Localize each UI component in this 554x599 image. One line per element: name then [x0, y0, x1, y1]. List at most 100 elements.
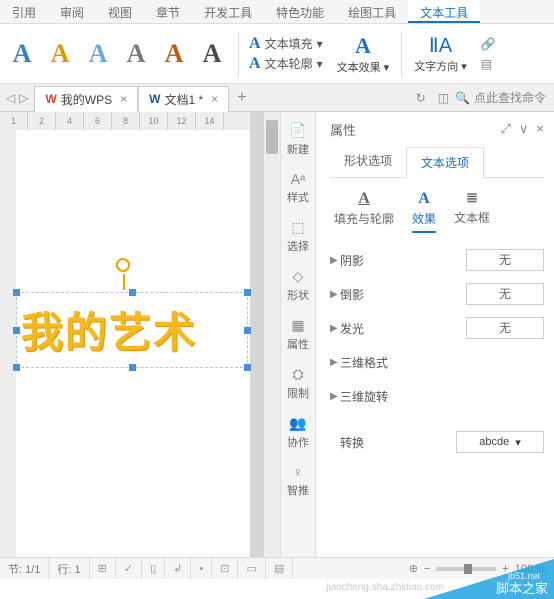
wordart-style-2[interactable]: A — [44, 31, 76, 77]
tab-5[interactable]: 特色功能 — [264, 0, 336, 23]
side-props[interactable]: ▦属性 — [281, 313, 315, 356]
resize-handle[interactable] — [13, 327, 20, 334]
dropdown-icon: ▾ — [515, 436, 521, 449]
expand-icon[interactable]: ▶ — [330, 323, 340, 334]
text-effect-button[interactable]: A 文本效果 ▾ — [329, 33, 398, 75]
wordart-style-4[interactable]: A — [120, 31, 152, 77]
row-transform: 转换 abcde ▾ — [330, 425, 544, 459]
scrollbar-thumb[interactable] — [266, 120, 278, 154]
resize-handle[interactable] — [244, 327, 251, 334]
side-shape[interactable]: ◇形状 — [281, 264, 315, 307]
status-icon-8[interactable]: ▤ — [266, 558, 293, 579]
tab-0[interactable]: 引用 — [0, 0, 48, 23]
side-recommend[interactable]: ♀智推 — [281, 460, 315, 502]
tab-4[interactable]: 开发工具 — [192, 0, 264, 23]
status-icon-5[interactable]: • — [191, 558, 212, 579]
skin-icon[interactable]: ◫ — [432, 91, 455, 105]
resize-handle[interactable] — [129, 364, 136, 371]
canvas-margin — [250, 112, 264, 557]
reflection-value-button[interactable]: 无 — [466, 283, 544, 305]
expand-icon[interactable]: ▶ — [330, 357, 340, 368]
wordart-style-5[interactable]: A — [158, 31, 190, 77]
nav-back-icon[interactable]: ◁ — [6, 91, 15, 105]
command-search[interactable]: 🔍 点此查找命令 — [455, 89, 554, 106]
subtab-textbox[interactable]: ≣文本框 — [454, 190, 490, 233]
wordart-style-3[interactable]: A — [82, 31, 114, 77]
subtab-fill-outline[interactable]: A填充与轮廓 — [334, 190, 394, 233]
zoom-slider[interactable] — [436, 567, 496, 571]
wordart-style-6[interactable]: A — [196, 31, 228, 77]
status-icon-1[interactable]: ⊞ — [90, 558, 116, 579]
status-icon-6[interactable]: ⊡ — [212, 558, 238, 579]
side-restrict[interactable]: ⛭限制 — [281, 362, 315, 405]
page-canvas[interactable]: 我的艺术 — [16, 130, 236, 557]
status-icon-3[interactable]: ▯ — [142, 558, 165, 579]
row-3d-rotation[interactable]: ▶ 三维旋转 — [330, 379, 544, 413]
status-icon-4[interactable]: ↲ — [165, 558, 191, 579]
link-icon[interactable]: 🔗 — [481, 37, 496, 51]
subtab-effects[interactable]: A效果 — [412, 190, 436, 233]
tab-6[interactable]: 绘图工具 — [336, 0, 408, 23]
resize-handle[interactable] — [244, 364, 251, 371]
status-icon-2[interactable]: ✓ — [116, 558, 142, 579]
row-glow[interactable]: ▶ 发光 无 — [330, 311, 544, 345]
status-line[interactable]: 行: 1 — [49, 558, 89, 579]
close-icon[interactable]: × — [120, 92, 127, 106]
side-toolbar: 📄新建 Aᵃ样式 ⬚选择 ◇形状 ▦属性 ⛭限制 👥协作 ♀智推 — [280, 112, 316, 557]
transform-select[interactable]: abcde ▾ — [456, 431, 544, 453]
resize-handle[interactable] — [244, 289, 251, 296]
wordart-style-gallery[interactable]: A A A A A A — [0, 31, 234, 77]
zoom-out-icon[interactable]: − — [424, 563, 430, 575]
side-new[interactable]: 📄新建 — [281, 118, 315, 161]
fill-outline-icon: A — [358, 190, 370, 208]
resize-handle[interactable] — [129, 289, 136, 296]
expand-icon[interactable]: ▶ — [330, 289, 340, 300]
doctab-wps[interactable]: W 我的WPS × — [34, 86, 138, 112]
wordart-selection-box[interactable]: 我的艺术 — [16, 292, 248, 368]
properties-panel: 属性 ⤢ ∨ × 形状选项 文本选项 A填充与轮廓 A效果 ≣文本框 ▶ 阴影 … — [316, 112, 554, 557]
zoom-in-icon[interactable]: + — [502, 563, 508, 575]
align-icon[interactable]: ▤ — [481, 57, 496, 71]
text-direction-button[interactable]: ⅡA 文字方向 ▾ — [406, 33, 475, 74]
side-select[interactable]: ⬚选择 — [281, 215, 315, 258]
rotate-handle[interactable] — [116, 258, 130, 272]
row-shadow[interactable]: ▶ 阴影 无 — [330, 243, 544, 277]
zoom-value[interactable]: 100 % — [515, 563, 546, 575]
new-tab-button[interactable]: + — [229, 89, 254, 107]
zoom-knob[interactable] — [464, 564, 472, 574]
tab-shape-options[interactable]: 形状选项 — [330, 146, 406, 177]
text-outline-button[interactable]: A文本轮廓▾ — [249, 55, 323, 73]
row-3d-format[interactable]: ▶ 三维格式 — [330, 345, 544, 379]
shadow-value-button[interactable]: 无 — [466, 249, 544, 271]
zoom-control[interactable]: ⊕ − + 100 % — [409, 562, 554, 575]
wordart-style-1[interactable]: A — [6, 31, 38, 77]
nav-fwd-icon[interactable]: ▷ — [19, 91, 28, 105]
fit-icon[interactable]: ⊕ — [409, 562, 418, 575]
glow-value-button[interactable]: 无 — [466, 317, 544, 339]
tab-1[interactable]: 审阅 — [48, 0, 96, 23]
side-styles[interactable]: Aᵃ样式 — [281, 167, 315, 209]
resize-handle[interactable] — [13, 364, 20, 371]
tab-7[interactable]: 文本工具 — [408, 0, 480, 23]
status-section[interactable]: 节: 1/1 — [0, 558, 49, 579]
row-reflection[interactable]: ▶ 倒影 无 — [330, 277, 544, 311]
doctab-doc1[interactable]: W 文档1 * × — [138, 86, 229, 112]
expand-icon[interactable]: ▶ — [330, 255, 340, 266]
side-collab[interactable]: 👥协作 — [281, 411, 315, 454]
feedback-icon[interactable]: ↻ — [410, 91, 432, 105]
panel-collapse-icon[interactable]: ∨ — [519, 121, 529, 137]
panel-close-icon[interactable]: × — [536, 121, 544, 137]
tab-2[interactable]: 视图 — [96, 0, 144, 23]
panel-undock-icon[interactable]: ⤢ — [500, 121, 510, 137]
close-icon[interactable]: × — [211, 92, 218, 106]
tab-3[interactable]: 章节 — [144, 0, 192, 23]
wordart-text[interactable]: 我的艺术 — [17, 293, 247, 360]
tab-text-options[interactable]: 文本选项 — [406, 147, 484, 178]
new-icon: 📄 — [289, 122, 306, 139]
text-fill-button[interactable]: A文本填充▾ — [249, 35, 323, 53]
panel-title: 属性 — [330, 120, 500, 139]
vertical-scrollbar[interactable] — [264, 112, 280, 557]
expand-icon[interactable]: ▶ — [330, 391, 340, 402]
status-icon-7[interactable]: ▭ — [238, 558, 265, 579]
resize-handle[interactable] — [13, 289, 20, 296]
